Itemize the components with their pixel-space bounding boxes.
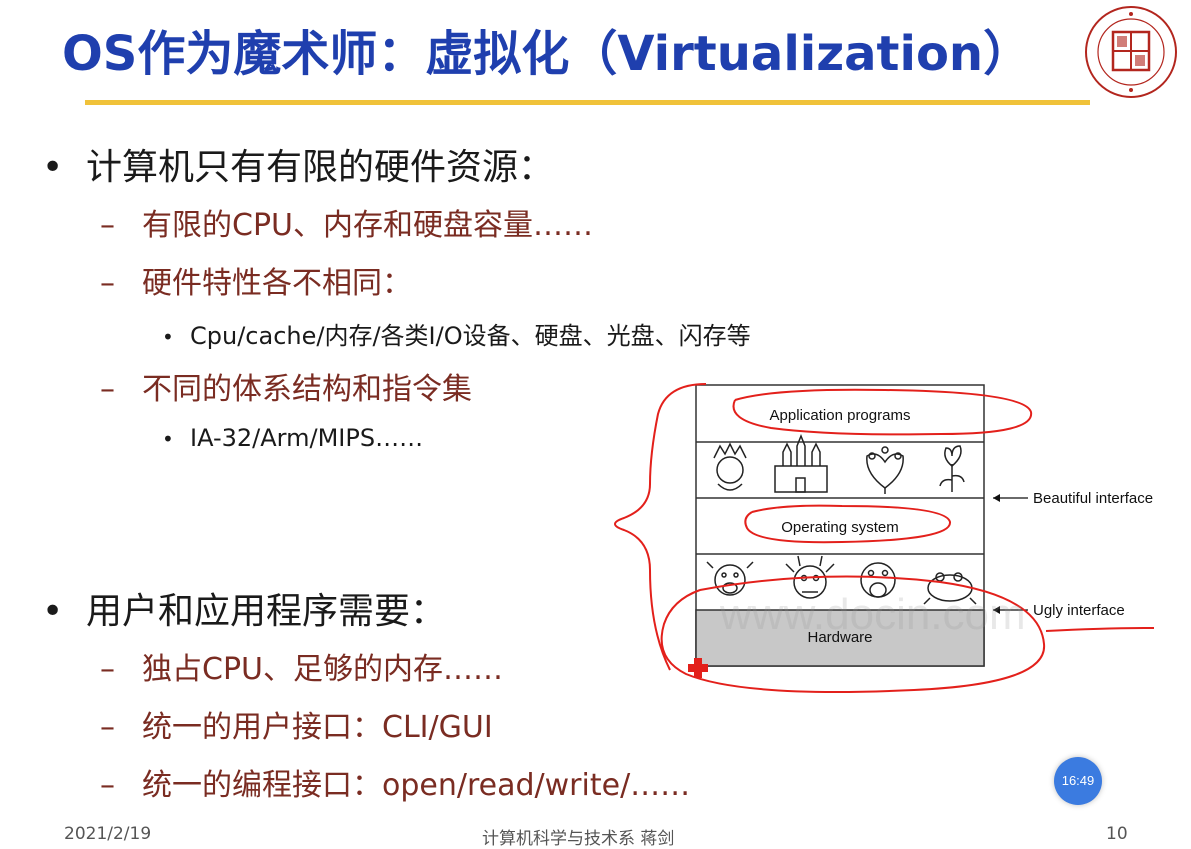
watermark: www.docin.com <box>720 590 1026 639</box>
os-layer-diagram: Application programs Operating system Ha… <box>614 383 1155 693</box>
footer-author: 计算机科学与技术系 蒋剑 <box>482 829 675 849</box>
label-ugly-interface: Ugly interface <box>1033 602 1125 619</box>
floating-clock-widget[interactable]: 16:49 <box>1054 757 1102 805</box>
footer-date: 2021/2/19 <box>64 824 152 844</box>
annotation-stroke-right <box>1045 627 1155 632</box>
label-beautiful-interface: Beautiful interface <box>1033 490 1153 507</box>
footer-page-number: 10 <box>1106 824 1128 844</box>
layer-operating-system: Operating system <box>781 519 899 536</box>
annotation-brace <box>614 383 707 671</box>
layer-application-programs: Application programs <box>770 407 911 424</box>
